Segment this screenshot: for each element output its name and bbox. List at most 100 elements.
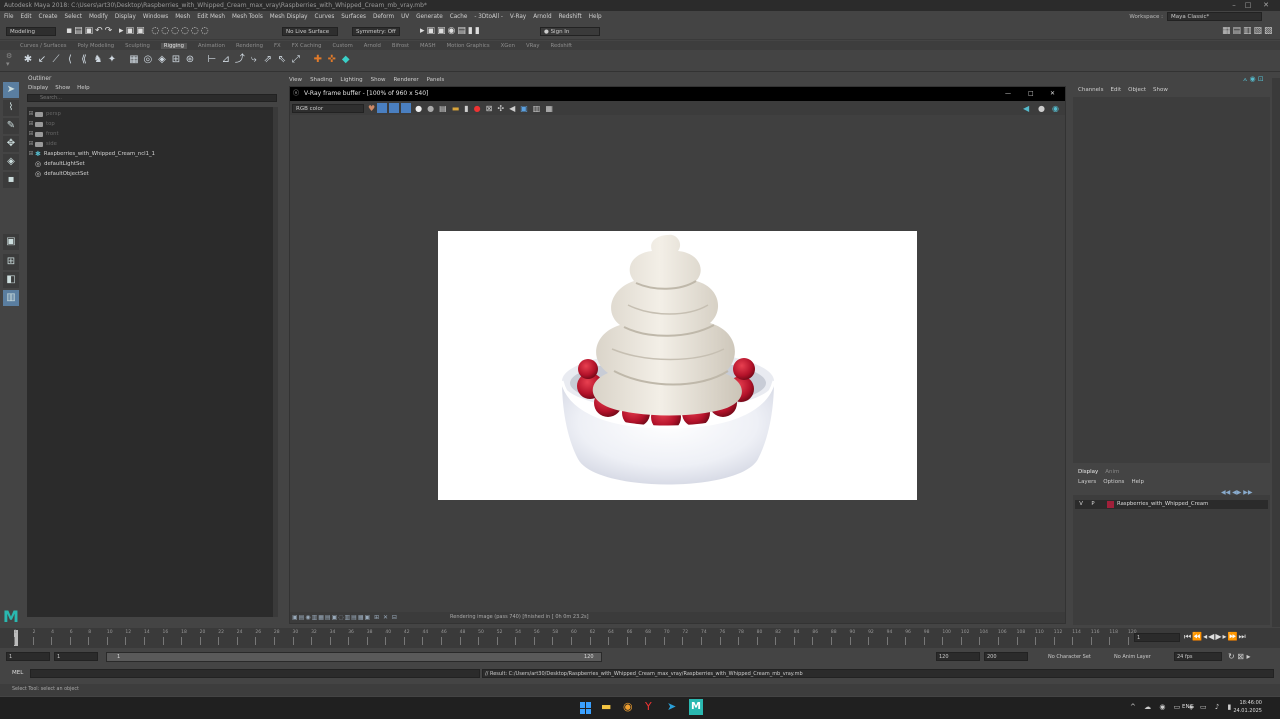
input-language[interactable]: ENG bbox=[1182, 704, 1194, 710]
lens-effects-icon[interactable]: ▥ bbox=[533, 104, 541, 113]
rotate-tool-icon[interactable]: ◈ bbox=[3, 154, 19, 170]
move-tool-icon[interactable]: ✥ bbox=[3, 136, 19, 152]
shelf-tab-arnold[interactable]: Arnold bbox=[364, 43, 381, 49]
shelf-tab-sculpting[interactable]: Sculpting bbox=[125, 43, 150, 49]
show-menu[interactable]: Show bbox=[1153, 87, 1168, 93]
render-icon[interactable]: ◀ bbox=[509, 104, 515, 113]
telegram-icon[interactable]: ➤ bbox=[667, 700, 676, 713]
layer-name[interactable]: Raspberries_with_Whipped_Cream bbox=[1117, 500, 1208, 509]
layer-color-swatch[interactable] bbox=[1107, 501, 1114, 508]
layer-playback[interactable]: P bbox=[1087, 500, 1099, 509]
stop-render-icon[interactable]: ● bbox=[474, 104, 481, 113]
object-menu[interactable]: Object bbox=[1128, 87, 1146, 93]
layer-visibility[interactable]: V bbox=[1075, 500, 1087, 509]
locator-icon[interactable]: ✚ bbox=[312, 54, 324, 66]
shelf-tab-custom[interactable]: Custom bbox=[332, 43, 352, 49]
shelf-tab-redshift[interactable]: Redshift bbox=[551, 43, 573, 49]
outliner-item[interactable]: ⊞ top bbox=[27, 119, 275, 129]
vfb-channel-dropdown[interactable]: RGB color bbox=[292, 103, 364, 113]
lattice-icon[interactable]: ⊞ bbox=[170, 54, 182, 66]
single-pane-icon[interactable]: ▣ bbox=[3, 234, 19, 250]
menu-arnold[interactable]: Arnold bbox=[533, 14, 551, 20]
character-set-dropdown[interactable]: No Character Set bbox=[1048, 654, 1091, 660]
shelf-tab-poly-modeling[interactable]: Poly Modeling bbox=[77, 43, 114, 49]
loop-icon[interactable]: ↻ ⊠ ▸ bbox=[1228, 652, 1251, 661]
expand-icon[interactable]: ⊞ bbox=[27, 149, 35, 159]
anim-layer-dropdown[interactable]: No Anim Layer bbox=[1114, 654, 1151, 660]
vfb-minimize-button[interactable]: — bbox=[1005, 87, 1011, 101]
shelf-tab-xgen[interactable]: XGen bbox=[501, 43, 515, 49]
file-explorer-icon[interactable]: ▬ bbox=[601, 700, 611, 713]
minimize-button[interactable]: – bbox=[1228, 0, 1240, 11]
menu-mesh[interactable]: Mesh bbox=[175, 14, 190, 20]
ik-spline-icon[interactable]: ⟋ bbox=[50, 54, 62, 66]
menu-cache[interactable]: Cache bbox=[450, 14, 468, 20]
paint-weights-icon[interactable]: ◈ bbox=[156, 54, 168, 66]
constraint-scale-icon[interactable]: ⇗ bbox=[262, 54, 274, 66]
vfb-status-icons[interactable]: ▣▤◉▥▦▤▣◌▥▤▦▣ ⊞ ✕ ⊟ bbox=[292, 612, 398, 623]
menu-set-dropdown[interactable]: Modeling bbox=[6, 27, 56, 36]
time-slider[interactable]: 1 ⏮⏪◂◀▶▸⏩⏭ 1 2 4 6 8 10 12 14 16 18 20 22 24 26 28 30 32… bbox=[0, 628, 1280, 648]
cluster-icon[interactable]: ⊢ bbox=[206, 54, 218, 66]
shelf-tab-rendering[interactable]: Rendering bbox=[236, 43, 263, 49]
viewport-menu-shading[interactable]: Shading bbox=[310, 77, 332, 83]
outliner-menu-help[interactable]: Help bbox=[77, 85, 90, 91]
vfb-history-icon[interactable]: ◀ bbox=[1023, 104, 1029, 113]
shelf-tab-bifrost[interactable]: Bifrost bbox=[392, 43, 409, 49]
viewport-menu-view[interactable]: View bbox=[289, 77, 302, 83]
outliner-menu-display[interactable]: Display bbox=[28, 85, 48, 91]
shelf-menu-icon[interactable]: ⚙ ▾ bbox=[6, 52, 16, 70]
playback-controls[interactable]: ⏮⏪◂◀▶▸⏩⏭ bbox=[1184, 632, 1247, 642]
wrap-icon[interactable]: ⊛ bbox=[184, 54, 196, 66]
stamp-icon[interactable]: ▦ bbox=[545, 104, 553, 113]
scale-tool-icon[interactable]: ▪ bbox=[3, 172, 19, 188]
two-pane-icon[interactable]: ◧ bbox=[3, 272, 19, 288]
expand-icon[interactable]: ⊞ bbox=[27, 129, 35, 139]
menu-file[interactable]: File bbox=[4, 14, 14, 20]
outliner-search-input[interactable]: Search... bbox=[27, 94, 277, 102]
command-input[interactable] bbox=[30, 669, 480, 678]
constraint-point-icon[interactable]: ⊿ bbox=[220, 54, 232, 66]
viewport-menu-panels[interactable]: Panels bbox=[427, 77, 445, 83]
expand-icon[interactable]: ⊞ bbox=[27, 119, 35, 129]
menu-v-ray[interactable]: V-Ray bbox=[510, 14, 526, 20]
display-tab[interactable]: Display bbox=[1078, 469, 1098, 475]
channels-menu[interactable]: Channels bbox=[1078, 87, 1103, 93]
clock-time[interactable]: 18:46:00 bbox=[1228, 700, 1262, 706]
menu-curves[interactable]: Curves bbox=[315, 14, 335, 20]
constraint-aim-icon[interactable]: ⤴ bbox=[234, 54, 246, 66]
maximize-button[interactable]: □ bbox=[1242, 0, 1254, 11]
vfb-color-icon[interactable]: ♥ bbox=[368, 104, 375, 113]
save-image-icon[interactable]: ▤ bbox=[439, 104, 447, 113]
vfb-close-button[interactable]: ✕ bbox=[1050, 87, 1055, 101]
maya-taskbar-icon[interactable]: M bbox=[689, 699, 703, 715]
layers-menu[interactable]: Layers bbox=[1078, 479, 1096, 485]
mono-icon[interactable]: ● bbox=[427, 104, 434, 113]
select-tool-icon[interactable]: ➤ bbox=[3, 82, 19, 98]
outliner-item[interactable]: ⊞ ✱ Raspberries_with_Whipped_Cream_ncl1_1 bbox=[27, 149, 275, 159]
close-button[interactable]: ✕ bbox=[1260, 0, 1272, 11]
symmetry-dropdown[interactable]: Symmetry: Off bbox=[352, 27, 400, 36]
constraint-parent-icon[interactable]: ⇖ bbox=[276, 54, 288, 66]
outliner-item[interactable]: ⊞ front bbox=[27, 129, 275, 139]
track-mouse-icon[interactable]: ✣ bbox=[497, 104, 504, 113]
shelf-tab-fx-caching[interactable]: FX Caching bbox=[292, 43, 322, 49]
green-channel-icon[interactable] bbox=[389, 103, 400, 113]
shelf-tab-mash[interactable]: MASH bbox=[420, 43, 436, 49]
playback-end-field[interactable]: 120 bbox=[936, 652, 980, 661]
clock-date[interactable]: 24.01.2025 bbox=[1228, 708, 1262, 714]
outliner-item[interactable]: ⊞ persp bbox=[27, 109, 275, 119]
workspace-dropdown[interactable]: Maya Classic* bbox=[1167, 12, 1262, 21]
clear-image-icon[interactable]: ▮ bbox=[464, 104, 468, 113]
shelf-tab-rigging[interactable]: Rigging bbox=[160, 42, 187, 49]
render-icons[interactable]: ▸▣▣◉▤▮▮ bbox=[420, 26, 482, 36]
viewport-menu-renderer[interactable]: Renderer bbox=[393, 77, 418, 83]
mash-icon[interactable]: ◆ bbox=[340, 54, 352, 66]
menu-mesh-display[interactable]: Mesh Display bbox=[270, 14, 308, 20]
live-surface-field[interactable]: No Live Surface bbox=[282, 27, 338, 36]
skeleton-icon[interactable]: ♞ bbox=[92, 54, 104, 66]
outliner-scrollbar[interactable] bbox=[273, 107, 278, 617]
outliner-item[interactable]: ⊞ side bbox=[27, 139, 275, 149]
constraint-orient-icon[interactable]: ⤷ bbox=[248, 54, 260, 66]
range-bar[interactable]: 1 120 bbox=[106, 652, 602, 662]
